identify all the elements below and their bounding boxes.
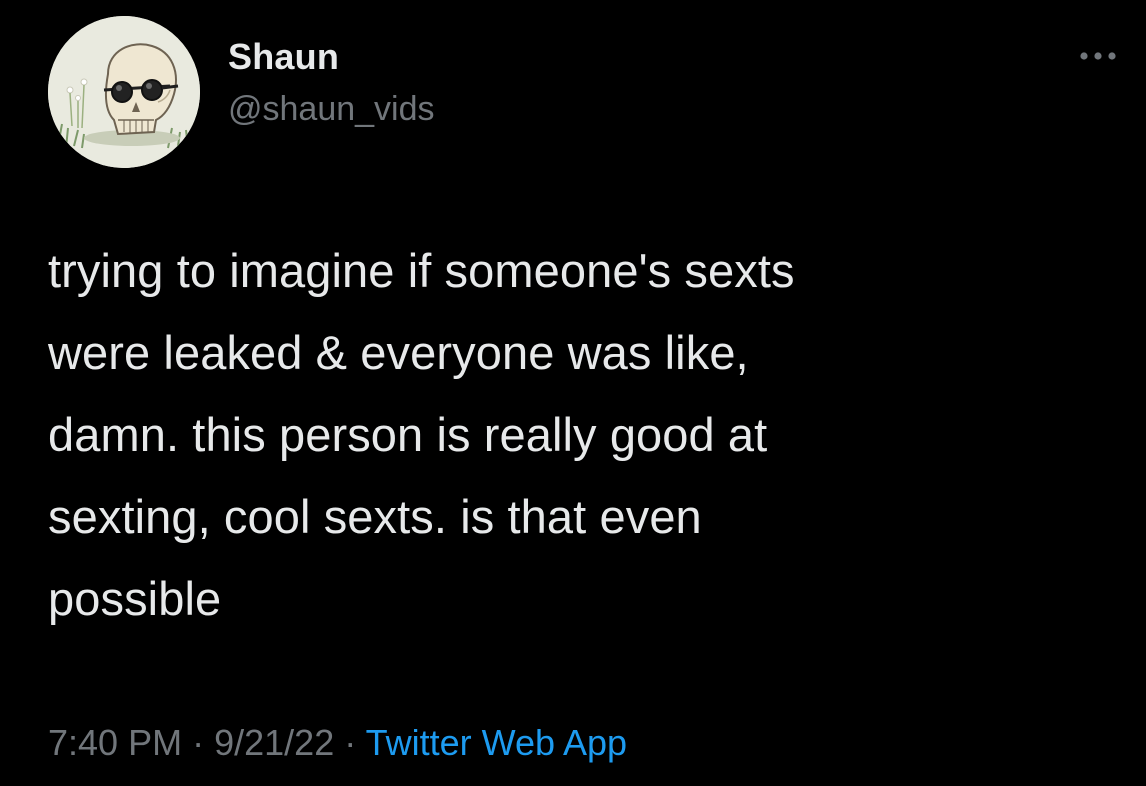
tweet-metadata: 7:40 PM · 9/21/22 · Twitter Web App bbox=[48, 722, 627, 764]
tweet-time[interactable]: 7:40 PM bbox=[48, 722, 182, 763]
tweet-date[interactable]: 9/21/22 bbox=[214, 722, 334, 763]
tweet-text-line: trying to imagine if someone's sexts bbox=[48, 244, 795, 297]
tweet-text-line: were leaked & everyone was like, bbox=[48, 326, 749, 379]
avatar[interactable] bbox=[48, 16, 200, 168]
meta-separator: · bbox=[192, 722, 205, 763]
tweet-source-link[interactable]: Twitter Web App bbox=[366, 722, 627, 763]
skull-avatar-image bbox=[48, 16, 200, 168]
meta-separator: · bbox=[344, 722, 357, 763]
tweet-text-line: damn. this person is really good at bbox=[48, 408, 768, 461]
more-options-button[interactable] bbox=[1066, 44, 1130, 74]
tweet-text-line: possible bbox=[48, 572, 222, 625]
tweet: Shaun @shaun_vids trying to imagine if s… bbox=[0, 0, 1146, 786]
display-name[interactable]: Shaun bbox=[228, 36, 339, 78]
tweet-text-line: sexting, cool sexts. is that even bbox=[48, 490, 702, 543]
more-horizontal-icon bbox=[1080, 52, 1116, 60]
user-handle[interactable]: @shaun_vids bbox=[228, 90, 435, 129]
tweet-text: trying to imagine if someone's sexts wer… bbox=[48, 230, 1108, 640]
